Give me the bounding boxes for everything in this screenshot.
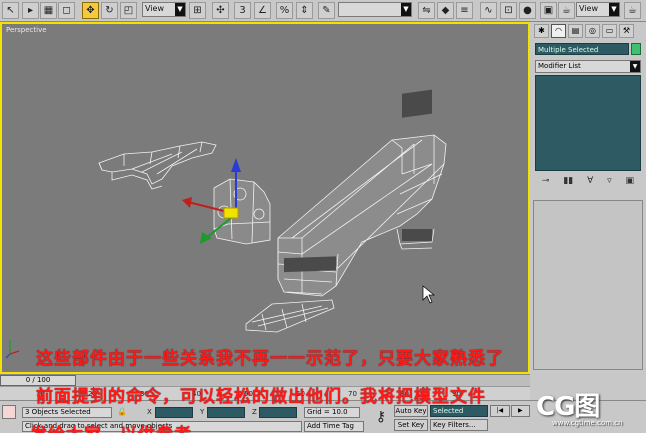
reference-coord-dropdown[interactable]: View ▼ (142, 2, 186, 17)
x-label: X (147, 408, 152, 416)
select-by-name-icon[interactable]: ▦ (40, 2, 57, 19)
schematic-view-icon[interactable]: ⊡ (500, 2, 517, 19)
main-toolbar: ↖ ▸ ▦ ◻ ✥ ↻ ◰ View ▼ ⊞ ✣ 3 ∠ % ⇕ ✎ ▼ ⇋ ◆ … (0, 0, 646, 22)
rect-selection-icon[interactable]: ◻ (58, 2, 75, 19)
x-coord-field[interactable] (155, 407, 193, 418)
subtitle-line-1: 这些部件由于一些关系我不再一一示范了，只要大家熟悉了 (36, 349, 504, 369)
maxscript-listener-icon[interactable] (2, 405, 16, 419)
hierarchy-tab-icon[interactable]: ▤ (568, 24, 583, 38)
configure-sets-icon[interactable]: ▣ (626, 176, 635, 186)
angle-snap-icon[interactable]: ∠ (254, 2, 271, 19)
create-tab-icon[interactable]: ✱ (534, 24, 549, 38)
named-selection-icon[interactable]: ✎ (318, 2, 335, 19)
pin-stack-icon[interactable]: ⊸ (542, 176, 550, 186)
motion-tab-icon[interactable]: ◎ (585, 24, 600, 38)
object-color-swatch[interactable] (631, 43, 641, 55)
y-coord-field[interactable] (207, 407, 245, 418)
base-plate-mesh (245, 299, 335, 333)
mirror-icon[interactable]: ⇋ (418, 2, 435, 19)
watermark-text: CG图 (536, 392, 600, 422)
modifier-list-dropdown[interactable]: Modifier List ▼ (535, 60, 641, 73)
curved-part-mesh (98, 141, 217, 185)
add-time-tag-button[interactable]: Add Time Tag (304, 421, 364, 432)
select-manipulate-icon[interactable]: ✣ (212, 2, 229, 19)
utilities-tab-icon[interactable]: ⚒ (619, 24, 634, 38)
scene-wireframe (5, 89, 447, 359)
named-selection-dropdown[interactable]: ▼ (338, 2, 412, 17)
pivot-center-icon[interactable]: ⊞ (189, 2, 206, 19)
modify-tab-icon[interactable]: ◠ (551, 24, 566, 38)
key-icon[interactable]: ⚷ (370, 409, 392, 431)
material-editor-icon[interactable]: ● (519, 2, 536, 19)
remove-modifier-icon[interactable]: ▿ (607, 176, 612, 186)
percent-snap-icon[interactable]: % (276, 2, 293, 19)
mouse-cursor (422, 285, 435, 304)
align-icon[interactable]: ◆ (437, 2, 454, 19)
selection-name-field[interactable]: Multiple Selected (535, 43, 629, 55)
selection-lock-icon[interactable]: 🔒 (117, 407, 127, 416)
render-type-dropdown[interactable]: View ▼ (576, 2, 620, 17)
y-label: Y (200, 408, 205, 416)
watermark-logo: CG图 www.cgtime.com.cn (522, 382, 646, 433)
move-tool-icon[interactable]: ✥ (82, 2, 99, 19)
go-to-start-icon[interactable]: |◀ (490, 405, 510, 417)
render-scene-icon[interactable]: ▣ (540, 2, 557, 19)
set-key-button[interactable]: Set Key (394, 419, 428, 431)
beam-mesh (277, 134, 447, 297)
axis-tripod-icon (5, 340, 20, 359)
select-arrow-icon[interactable]: ↖ (2, 2, 19, 19)
display-tab-icon[interactable]: ▭ (602, 24, 617, 38)
subtitle-line-2: 前面提到的命令，可以轻松的做出他们。我将把模型文件 (36, 387, 486, 407)
subtitle-line-3: 发给大家，以供参考。 (30, 420, 210, 433)
parameters-rollout (533, 200, 643, 370)
stack-toolbar: ⊸ ▮▮ ∀ ▿ ▣ (535, 174, 641, 188)
command-panel: ✱ ◠ ▤ ◎ ▭ ⚒ Multiple Selected Modifier L… (530, 22, 646, 374)
spinner-snap-icon[interactable]: ⇕ (296, 2, 313, 19)
selection-status: 3 Objects Selected (22, 407, 112, 418)
select-object-icon[interactable]: ▸ (22, 2, 39, 19)
curve-editor-icon[interactable]: ∿ (480, 2, 497, 19)
show-end-result-icon[interactable]: ▮▮ (563, 176, 573, 186)
z-coord-field[interactable] (259, 407, 297, 418)
watermark-url: www.cgtime.com.cn (552, 419, 623, 427)
modifier-stack[interactable] (535, 75, 641, 171)
quick-render-icon[interactable]: ☕ (558, 2, 575, 19)
snap-toggle-icon[interactable]: 3 (234, 2, 251, 19)
key-filters-button[interactable]: Key Filters... (430, 419, 488, 431)
layer-manager-icon[interactable]: ≡ (456, 2, 473, 19)
render-last-icon[interactable]: ☕ (624, 2, 641, 19)
make-unique-icon[interactable]: ∀ (587, 176, 593, 186)
scale-tool-icon[interactable]: ◰ (120, 2, 137, 19)
grid-size: Grid = 10.0 (304, 407, 360, 418)
perspective-viewport[interactable]: Perspective (0, 22, 530, 374)
z-label: Z (252, 408, 257, 416)
rotate-tool-icon[interactable]: ↻ (101, 2, 118, 19)
